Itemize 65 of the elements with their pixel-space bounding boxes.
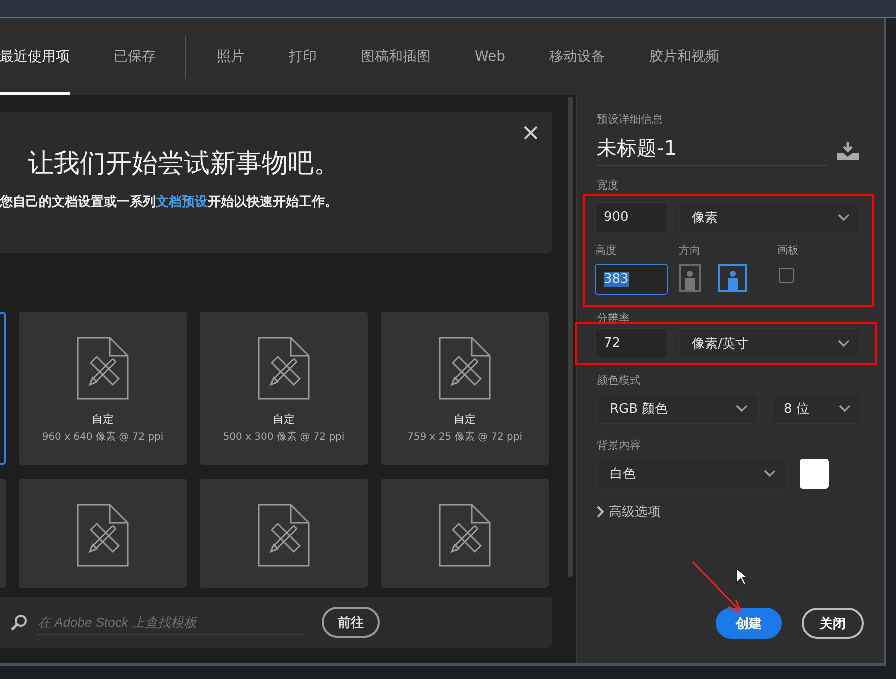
color-mode-dropdown[interactable]: RGB 颜色: [597, 393, 759, 424]
preset-name: 自定: [454, 412, 476, 427]
chevron-down-icon: [736, 404, 748, 412]
document-ruler-pencil-icon: [258, 337, 310, 400]
preset-card[interactable]: 自定 500 x 300 像素 @ 72 ppi: [200, 312, 368, 465]
artboard-checkbox[interactable]: [779, 268, 794, 283]
height-field[interactable]: 383: [595, 264, 668, 295]
annotation-arrow: [692, 561, 744, 615]
preset-size: 759 x 25 像素 @ 72 ppi: [408, 430, 522, 444]
field-label: 高度: [595, 243, 618, 258]
document-ruler-pencil-icon: [439, 504, 491, 567]
document-ruler-pencil-icon: [77, 337, 129, 400]
field-label: 颜色模式: [597, 373, 642, 388]
tab[interactable]: 移动设备: [550, 18, 606, 95]
field-label: 背景内容: [597, 438, 642, 453]
search-icon: [10, 614, 28, 632]
preset-size: 500 x 300 像素 @ 72 ppi: [223, 430, 345, 444]
field-label: 方向: [679, 243, 702, 258]
document-ruler-pencil-icon: [439, 337, 491, 400]
preset-card[interactable]: [0, 312, 6, 465]
field-label: 画板: [777, 243, 799, 258]
document-ruler-pencil-icon: [77, 504, 129, 567]
document-presets-link[interactable]: 文档预设: [156, 195, 208, 210]
document-ruler-pencil-icon: [258, 504, 310, 567]
advanced-options-toggle[interactable]: 高级选项: [597, 503, 864, 521]
preset-size: 960 x 640 像素 @ 72 ppi: [42, 430, 164, 444]
section-heading: 预设详细信息: [597, 112, 664, 127]
resolution-unit-dropdown[interactable]: 像素/英寸: [679, 328, 861, 359]
tab[interactable]: 图稿和插图: [361, 18, 431, 95]
tab[interactable]: 照片: [217, 18, 245, 95]
landscape-person-icon[interactable]: [718, 264, 747, 292]
resolution-field[interactable]: 72: [595, 328, 668, 359]
field-label: 宽度: [597, 178, 620, 193]
tab[interactable]: Web: [475, 18, 506, 95]
create-button[interactable]: 创建: [716, 608, 782, 639]
close-button[interactable]: 关闭: [802, 608, 864, 639]
scrollbar-thumb[interactable]: [568, 97, 573, 577]
unit-dropdown[interactable]: 像素: [679, 202, 861, 233]
preset-card[interactable]: [200, 479, 368, 588]
width-field[interactable]: 900: [595, 202, 668, 233]
chevron-right-icon: [597, 506, 605, 518]
preset-card[interactable]: 自定 759 x 25 像素 @ 72 ppi: [381, 312, 549, 465]
close-icon[interactable]: [524, 126, 538, 140]
mouse-pointer-icon: [736, 568, 748, 586]
chevron-down-icon: [838, 340, 850, 348]
preset-card[interactable]: 自定 960 x 640 像素 @ 72 ppi: [19, 312, 187, 465]
banner-title: 让我们开始尝试新事物吧。: [28, 148, 341, 181]
preset-card[interactable]: [19, 479, 187, 588]
tab[interactable]: 已保存: [114, 18, 156, 95]
document-name[interactable]: 未标题-1: [597, 135, 827, 166]
portrait-person-icon[interactable]: [679, 264, 701, 292]
preset-card[interactable]: [381, 479, 549, 588]
tab[interactable]: 胶片和视频: [650, 18, 720, 95]
go-button[interactable]: 前往: [322, 607, 380, 638]
tab[interactable]: 打印: [289, 18, 317, 95]
preset-name: 自定: [273, 412, 295, 427]
chevron-down-icon: [838, 214, 850, 222]
color-swatch[interactable]: [800, 458, 829, 488]
chevron-down-icon: [764, 470, 776, 478]
download-icon[interactable]: [837, 142, 859, 160]
chevron-down-icon: [839, 404, 851, 412]
preset-name: 自定: [92, 412, 114, 427]
search-field[interactable]: 在 Adobe Stock 上查找模板: [36, 610, 306, 634]
bit-depth-dropdown[interactable]: 8 位: [771, 393, 862, 424]
background-dropdown[interactable]: 白色: [597, 458, 787, 489]
